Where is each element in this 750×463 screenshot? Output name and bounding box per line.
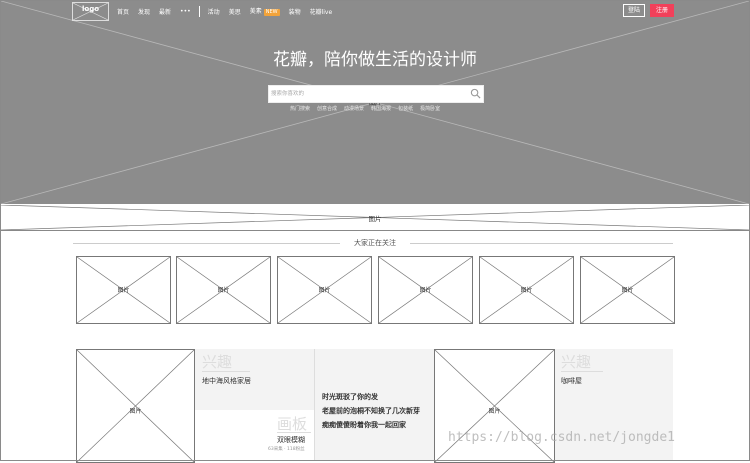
- banner-image[interactable]: 图片: [1, 205, 749, 231]
- card-label: 图片: [318, 287, 331, 294]
- following-card[interactable]: 图片: [277, 256, 372, 324]
- hot-tag[interactable]: 韩国海报: [371, 105, 391, 112]
- category-subtitle[interactable]: 咖啡屋: [561, 376, 582, 386]
- category-subtitle[interactable]: 地中海风格家居: [202, 376, 251, 386]
- category-label: 兴趣: [202, 353, 233, 371]
- nav-meisu[interactable]: 美素 NEW: [250, 6, 280, 16]
- board-title[interactable]: 双眼模糊: [277, 435, 305, 445]
- poem-line: 老屋前的泡桐不知换了几次新芽: [322, 407, 420, 415]
- following-card[interactable]: 图片: [479, 256, 574, 324]
- card-label: 图片: [117, 287, 130, 294]
- top-nav: 首页 发现 最新 ••• 活动 美思 美素 NEW 装物 花瓣live: [117, 5, 341, 17]
- hot-tag[interactable]: 极简卧室: [420, 105, 440, 112]
- section-divider: [73, 243, 340, 244]
- category-label: 兴趣: [561, 353, 592, 371]
- feed-image[interactable]: 图片: [434, 349, 555, 463]
- nav-activity[interactable]: 活动: [208, 7, 220, 16]
- column-divider: [314, 349, 315, 461]
- following-card[interactable]: 图片: [580, 256, 675, 324]
- poem-line: 痴痴傻傻盼着你我一起回家: [322, 421, 406, 429]
- following-card[interactable]: 图片: [76, 256, 171, 324]
- following-card[interactable]: 图片: [176, 256, 271, 324]
- nav-meisi[interactable]: 美思: [229, 7, 241, 16]
- watermark: https://blog.csdn.net/jongde1: [448, 430, 675, 445]
- category-underline: [561, 371, 603, 372]
- nav-discover[interactable]: 发现: [138, 7, 150, 16]
- nav-more-icon[interactable]: •••: [180, 8, 191, 15]
- login-button[interactable]: 登陆: [623, 4, 645, 17]
- new-badge: NEW: [263, 9, 280, 16]
- search-icon[interactable]: [470, 88, 481, 99]
- nav-divider: [198, 5, 200, 17]
- nav-live[interactable]: 花瓣live: [310, 7, 333, 16]
- hot-search-label: 热门搜索: [290, 106, 311, 112]
- card-label: 图片: [621, 287, 634, 294]
- feed-image-label: 图片: [129, 408, 142, 415]
- signup-button[interactable]: 注册: [650, 4, 674, 17]
- nav-latest[interactable]: 最新: [159, 7, 171, 16]
- card-label: 图片: [419, 287, 432, 294]
- hot-search: 热门搜索 创意合成 动漫场景 韩国海报 包装纸 极简卧室: [290, 105, 447, 112]
- feed-image-label: 图片: [488, 408, 501, 415]
- category-underline: [202, 371, 250, 372]
- board-underline: [277, 432, 311, 433]
- card-label: 图片: [217, 287, 230, 294]
- nav-meisu-label: 美素: [249, 8, 262, 15]
- board-label: 画板: [277, 415, 308, 433]
- search-box: [268, 85, 484, 103]
- following-title: 大家正在关注: [340, 238, 410, 248]
- logo[interactable]: logo: [72, 2, 109, 21]
- hot-tag[interactable]: 包装纸: [398, 105, 413, 112]
- board-stats: 63采集 · 118粉丝: [268, 447, 305, 452]
- hot-tag[interactable]: 创意合成: [317, 105, 337, 112]
- following-card[interactable]: 图片: [378, 256, 473, 324]
- hero-section: 图片 logo 首页 发现 最新 ••• 活动 美思 美素 NEW 装物 花瓣li…: [1, 1, 749, 204]
- feed-image[interactable]: 图片: [76, 349, 195, 463]
- card-label: 图片: [520, 287, 533, 294]
- section-divider: [410, 243, 673, 244]
- poem-line: 时光斑驳了你的发: [322, 393, 378, 401]
- search-input[interactable]: [271, 87, 461, 101]
- banner-image-label: 图片: [368, 215, 382, 223]
- logo-text: logo: [81, 5, 100, 13]
- nav-zhuangwu[interactable]: 装物: [289, 7, 301, 16]
- hot-tag[interactable]: 动漫场景: [344, 105, 364, 112]
- nav-home[interactable]: 首页: [117, 7, 129, 16]
- hero-title: 花瓣，陪你做生活的设计师: [273, 50, 477, 70]
